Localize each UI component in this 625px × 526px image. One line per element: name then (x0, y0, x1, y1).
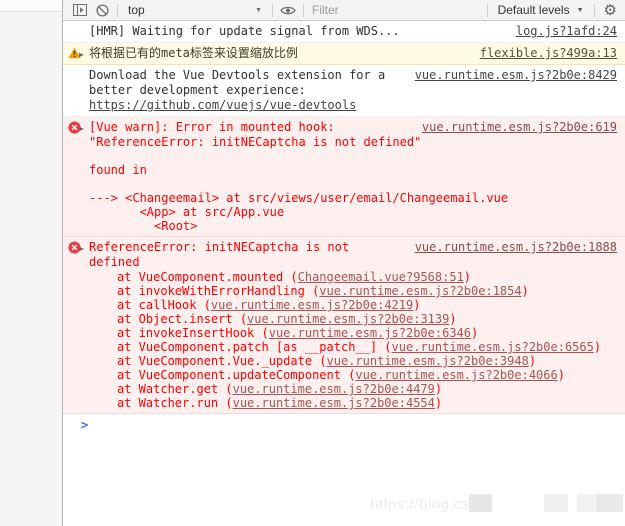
javascript-context-label: top (128, 3, 145, 17)
console-message-list: [HMR] Waiting for update signal from WDS… (63, 21, 625, 526)
vue-devtools-link[interactable]: https://github.com/vuejs/vue-devtools (89, 98, 356, 112)
stack-source-link[interactable]: vue.runtime.esm.js?2b0e:6565 (392, 340, 594, 354)
source-link[interactable]: log.js?1afd:24 (506, 24, 617, 39)
message-text: Download the Vue Devtools extension for … (89, 68, 405, 83)
stack-frame-text: at VueComponent.Vue._update ( (117, 354, 327, 368)
stack-frame: at Object.insert (vue.runtime.esm.js?2b0… (89, 312, 617, 326)
watermark-redaction-block (577, 494, 597, 512)
error-header-text: [Vue warn]: Error in mounted hook: (89, 120, 412, 135)
console-message-vue-devtools: Download the Vue Devtools extension for … (63, 65, 625, 117)
console-sidebar-toggle-icon[interactable] (69, 1, 91, 19)
stack-frame-text: ) (558, 368, 565, 382)
watermark-redaction-block (469, 494, 492, 512)
stack-frame: at Watcher.get (vue.runtime.esm.js?2b0e:… (89, 382, 617, 396)
source-link[interactable]: flexible.js?499a:13 (470, 46, 617, 61)
console-message-meta-warning: ▶ 将根据已有的meta标签来设置缩放比例 flexible.js?499a:1… (63, 43, 625, 65)
message-text: better development experience: (89, 83, 617, 98)
source-link[interactable]: vue.runtime.esm.js?2b0e:619 (412, 120, 617, 135)
stack-source-link[interactable]: vue.runtime.esm.js?2b0e:3948 (327, 354, 529, 368)
stack-frame: at VueComponent.updateComponent (vue.run… (89, 368, 617, 382)
stack-frame-text: ) (522, 284, 529, 298)
stack-source-link[interactable]: vue.runtime.esm.js?2b0e:4554 (233, 396, 435, 410)
stack-frame-text: at callHook ( (117, 298, 211, 312)
live-expression-eye-icon[interactable] (277, 1, 299, 19)
stack-source-link[interactable]: Changeemail.vue?9568:51 (298, 270, 464, 284)
log-levels-dropdown[interactable]: Default levels ▼ (492, 3, 590, 17)
devtools-console-panel: top ▼ Default levels ▼ ⚙ [HMR] Waiting f… (62, 0, 625, 526)
stack-source-link[interactable]: vue.runtime.esm.js?2b0e:4066 (355, 368, 557, 382)
stack-frame-text: ) (471, 326, 478, 340)
stack-frame-text: at Watcher.get ( (117, 382, 233, 396)
page-background-strip-top (0, 0, 62, 12)
stack-frame: at invokeInsertHook (vue.runtime.esm.js?… (89, 326, 617, 340)
console-prompt[interactable]: > (63, 414, 625, 436)
settings-gear-icon[interactable]: ⚙ (604, 3, 617, 18)
stack-frame-text: ) (449, 312, 456, 326)
stack-frame-text: at VueComponent.mounted ( (117, 270, 298, 284)
toolbar-divider (487, 4, 488, 17)
stack-frame: at Watcher.run (vue.runtime.esm.js?2b0e:… (89, 396, 617, 410)
message-text: [HMR] Waiting for update signal from WDS… (89, 24, 506, 39)
stack-frame-text: ) (594, 340, 601, 354)
stack-frame-text: at VueComponent.patch [as __patch__] ( (117, 340, 392, 354)
toolbar-divider (594, 4, 595, 17)
error-header-text: ReferenceError: initNECaptcha is not def… (89, 240, 405, 270)
stack-source-link[interactable]: vue.runtime.esm.js?2b0e:6346 (269, 326, 471, 340)
console-error-reference-error: ▶ ReferenceError: initNECaptcha is not d… (63, 237, 625, 414)
toolbar-divider (117, 4, 118, 17)
stack-source-link[interactable]: vue.runtime.esm.js?2b0e:3139 (247, 312, 449, 326)
stack-frame-text: at Object.insert ( (117, 312, 247, 326)
stack-frame-text: at invokeInsertHook ( (117, 326, 269, 340)
stack-source-link[interactable]: vue.runtime.esm.js?2b0e:4479 (233, 382, 435, 396)
stack-frame-text: ) (464, 270, 471, 284)
stack-frame-text: ) (435, 396, 442, 410)
source-link[interactable]: vue.runtime.esm.js?2b0e:1888 (405, 240, 617, 255)
expand-arrow-icon[interactable]: ▶ (79, 47, 84, 62)
stack-trace: at VueComponent.mounted (Changeemail.vue… (89, 270, 617, 410)
expand-arrow-icon[interactable]: ▶ (79, 241, 84, 256)
stack-frame-text: at invokeWithErrorHandling ( (117, 284, 319, 298)
stack-source-link[interactable]: vue.runtime.esm.js?2b0e:4219 (211, 298, 413, 312)
stack-frame: at callHook (vue.runtime.esm.js?2b0e:421… (89, 298, 617, 312)
message-text: 将根据已有的meta标签来设置缩放比例 (89, 46, 470, 61)
stack-frame-text: at VueComponent.updateComponent ( (117, 368, 355, 382)
filter-input[interactable] (308, 1, 424, 19)
console-toolbar: top ▼ Default levels ▼ ⚙ (63, 0, 625, 21)
chevron-down-icon: ▼ (577, 7, 584, 14)
clear-console-icon[interactable] (91, 1, 113, 19)
stack-frame: at VueComponent.patch [as __patch__] (vu… (89, 340, 617, 354)
stack-frame-text: ) (435, 382, 442, 396)
toolbar-divider (303, 4, 304, 17)
source-link[interactable]: vue.runtime.esm.js?2b0e:8429 (405, 68, 617, 83)
expand-arrow-icon[interactable]: ▶ (79, 121, 84, 136)
stack-frame-text: ) (413, 298, 420, 312)
chevron-down-icon: ▼ (255, 7, 262, 14)
stack-frame-text: ) (529, 354, 536, 368)
toolbar-divider (272, 4, 273, 17)
console-error-vue-warn: ▶ [Vue warn]: Error in mounted hook: vue… (63, 117, 625, 237)
stack-frame: at VueComponent.Vue._update (vue.runtime… (89, 354, 617, 368)
console-prompt-chevron-icon: > (81, 418, 88, 432)
stack-frame: at VueComponent.mounted (Changeemail.vue… (89, 270, 617, 284)
stack-frame-text: at Watcher.run ( (117, 396, 233, 410)
watermark-redaction-block (597, 494, 623, 512)
page-background-strip (0, 0, 62, 526)
error-body-text: "ReferenceError: initNECaptcha is not de… (89, 135, 617, 233)
console-message-hmr: [HMR] Waiting for update signal from WDS… (63, 21, 625, 43)
stack-frame: at invokeWithErrorHandling (vue.runtime.… (89, 284, 617, 298)
watermark-redaction-block (544, 494, 568, 512)
log-levels-label: Default levels (498, 3, 570, 17)
javascript-context-dropdown[interactable]: top ▼ (122, 3, 268, 17)
stack-source-link[interactable]: vue.runtime.esm.js?2b0e:1854 (319, 284, 521, 298)
